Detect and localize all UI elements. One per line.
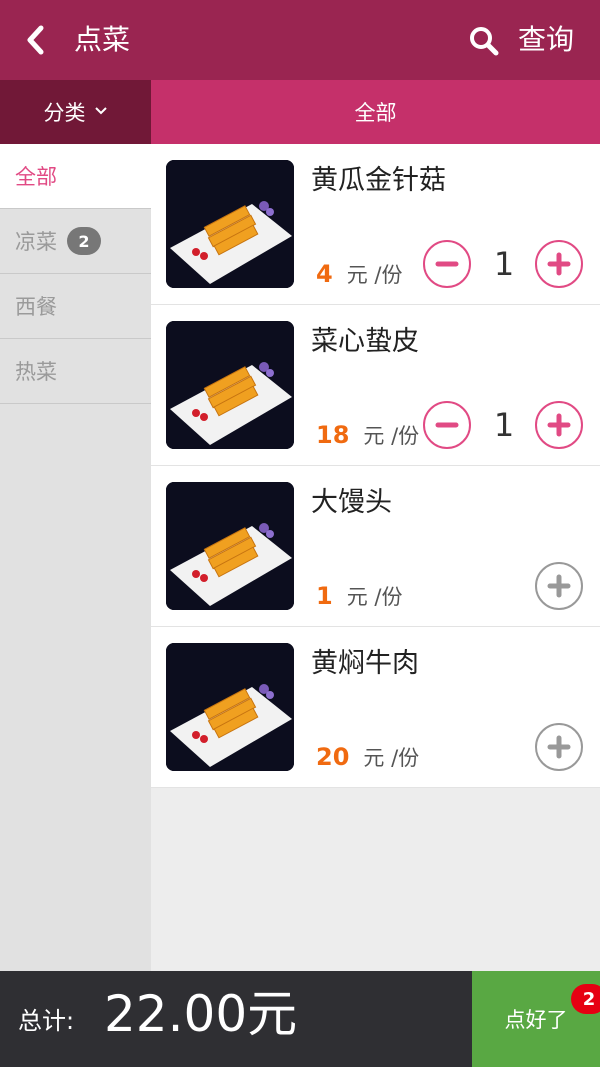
plus-icon — [547, 252, 571, 276]
quantity-value: 1 — [493, 245, 515, 283]
cart-count-badge: 2 — [571, 984, 600, 1014]
back-arrow-icon — [27, 25, 44, 55]
price: 18 元 /份 — [316, 420, 419, 454]
sidebar-item-label: 热菜 — [15, 360, 57, 384]
category-filter-label: 分类 — [43, 101, 86, 125]
price-unit: 元 /份 — [346, 263, 403, 287]
quantity-value: 1 — [493, 406, 515, 444]
search-icon[interactable] — [468, 25, 500, 57]
price-value: 20 — [316, 743, 350, 771]
plus-icon — [547, 574, 571, 598]
list-item[interactable]: 大馒头 1 元 /份 — [151, 466, 600, 627]
sidebar-item-all[interactable]: 全部 — [0, 144, 151, 209]
dish-image — [166, 643, 294, 771]
back-button[interactable] — [18, 22, 54, 58]
plus-icon — [547, 413, 571, 437]
price-value: 18 — [316, 421, 350, 449]
order-footer: 总计: 22.00元 点好了 — [0, 971, 600, 1067]
plus-icon — [547, 735, 571, 759]
price: 20 元 /份 — [316, 742, 419, 776]
sidebar-item-label: 凉菜 — [15, 230, 57, 254]
dish-name: 大馒头 — [311, 487, 392, 518]
total-amount: 22.00元 — [104, 985, 298, 1043]
price-value: 1 — [316, 582, 333, 610]
dish-image — [166, 321, 294, 449]
sidebar-item-western[interactable]: 西餐 — [0, 274, 151, 339]
page-title: 点菜 — [74, 23, 131, 56]
add-to-order-button[interactable] — [535, 723, 583, 771]
sidebar-item-hot-dishes[interactable]: 热菜 — [0, 339, 151, 404]
increase-quantity-button[interactable] — [535, 401, 583, 449]
dish-name: 黄瓜金针菇 — [311, 165, 446, 196]
minus-icon — [435, 261, 459, 267]
current-category-title: 全部 — [151, 80, 600, 144]
sidebar-item-label: 西餐 — [15, 295, 57, 319]
dish-name: 菜心蛰皮 — [311, 326, 419, 357]
price-value: 4 — [316, 260, 333, 288]
chevron-down-icon — [94, 104, 108, 120]
decrease-quantity-button[interactable] — [423, 240, 471, 288]
sidebar-item-cold-dishes[interactable]: 凉菜 2 — [0, 209, 151, 274]
top-bar: 点菜 查询 — [0, 0, 600, 80]
dish-image — [166, 482, 294, 610]
add-to-order-button[interactable] — [535, 562, 583, 610]
dish-list: 黄瓜金针菇 4 元 /份 1 菜心蛰皮 18 元 /份 1 大馒头 1 元 /份… — [151, 144, 600, 788]
increase-quantity-button[interactable] — [535, 240, 583, 288]
list-item[interactable]: 菜心蛰皮 18 元 /份 1 — [151, 305, 600, 466]
price: 4 元 /份 — [316, 259, 402, 293]
count-badge: 2 — [67, 227, 101, 255]
minus-icon — [435, 422, 459, 428]
sidebar-item-label: 全部 — [15, 165, 57, 189]
price-unit: 元 /份 — [363, 424, 420, 448]
total-label: 总计: — [18, 1007, 75, 1035]
decrease-quantity-button[interactable] — [423, 401, 471, 449]
category-sidebar: 全部 凉菜 2 西餐 热菜 — [0, 144, 151, 971]
search-button[interactable]: 查询 — [518, 22, 574, 58]
list-item[interactable]: 黄焖牛肉 20 元 /份 — [151, 627, 600, 788]
price: 1 元 /份 — [316, 581, 402, 615]
price-unit: 元 /份 — [346, 585, 403, 609]
dish-name: 黄焖牛肉 — [311, 648, 419, 679]
list-item[interactable]: 黄瓜金针菇 4 元 /份 1 — [151, 144, 600, 305]
price-unit: 元 /份 — [363, 746, 420, 770]
dish-image — [166, 160, 294, 288]
category-filter-dropdown[interactable]: 分类 — [0, 80, 151, 144]
